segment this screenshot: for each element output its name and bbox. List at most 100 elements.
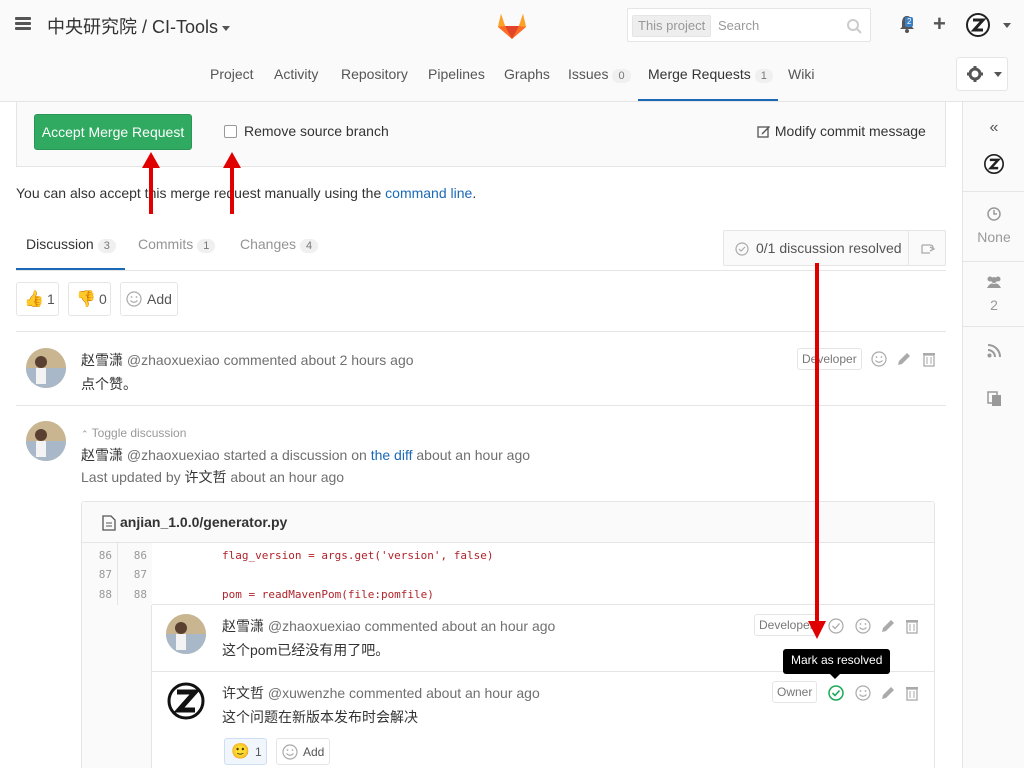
trash-icon[interactable] bbox=[921, 351, 937, 367]
reply-author-name[interactable]: 许文哲 bbox=[222, 685, 264, 701]
search-scope-badge[interactable]: This project bbox=[632, 15, 712, 37]
note-author-handle[interactable]: @zhaoxuexiao bbox=[127, 352, 220, 368]
tab-commits[interactable]: Commits 1 bbox=[138, 236, 216, 253]
new-line-number[interactable]: 87 bbox=[117, 568, 147, 581]
project-title[interactable]: 中央研究院 / CI-Tools bbox=[47, 13, 231, 39]
divider bbox=[963, 191, 1024, 192]
avatar[interactable] bbox=[166, 614, 206, 654]
copy-reference-icon[interactable] bbox=[987, 391, 1003, 407]
resolve-check-icon[interactable] bbox=[828, 618, 844, 634]
diff-discussion-gutter bbox=[82, 605, 152, 768]
chevron-down-icon[interactable] bbox=[1003, 23, 1011, 28]
check-circle-icon bbox=[735, 242, 749, 256]
resolve-check-icon[interactable] bbox=[828, 685, 844, 701]
nav-activity[interactable]: Activity bbox=[274, 66, 318, 82]
divider bbox=[963, 326, 1024, 327]
tab-discussion[interactable]: Discussion 3 bbox=[26, 236, 116, 253]
new-line-number[interactable]: 88 bbox=[117, 588, 147, 601]
pencil-icon[interactable] bbox=[880, 685, 896, 701]
gear-icon bbox=[967, 66, 983, 82]
tab-changes[interactable]: Changes 4 bbox=[240, 236, 319, 253]
note-timestamp[interactable]: about 2 hours ago bbox=[301, 352, 414, 368]
project-subnav: Project Activity Repository Pipelines Gr… bbox=[0, 50, 1024, 102]
old-line-number[interactable]: 87 bbox=[82, 568, 112, 581]
smiley-icon[interactable] bbox=[855, 685, 871, 701]
last-updated-time[interactable]: about an hour ago bbox=[230, 469, 344, 485]
smile-award-button[interactable]: 🙂 1 bbox=[224, 738, 267, 765]
pencil-icon[interactable] bbox=[896, 351, 912, 367]
nav-wiki[interactable]: Wiki bbox=[788, 66, 814, 82]
clock-icon bbox=[987, 207, 1001, 221]
old-line-number[interactable]: 88 bbox=[82, 588, 112, 601]
chevron-down-icon bbox=[222, 25, 231, 31]
nav-project[interactable]: Project bbox=[210, 66, 254, 82]
assignee-avatar[interactable] bbox=[984, 154, 1004, 174]
rss-icon[interactable] bbox=[987, 344, 1001, 358]
author-photo bbox=[26, 421, 66, 461]
trash-icon[interactable] bbox=[904, 618, 920, 634]
search-input[interactable]: This project Search bbox=[627, 8, 871, 42]
reply-author-handle[interactable]: @xuwenzhe bbox=[268, 685, 345, 701]
milestone-value[interactable]: None bbox=[963, 229, 1024, 245]
tab-commits-count: 1 bbox=[197, 239, 216, 253]
discussion-timestamp[interactable]: about an hour ago bbox=[416, 447, 530, 463]
pencil-icon[interactable] bbox=[880, 618, 896, 634]
settings-button[interactable] bbox=[956, 57, 1008, 91]
collapse-sidebar-icon[interactable]: « bbox=[963, 119, 1024, 137]
gitlab-logo-icon[interactable] bbox=[494, 6, 530, 42]
reply-author-line: 许文哲 @xuwenzhe commented about an hour ag… bbox=[222, 683, 540, 703]
toggle-discussion-button[interactable]: ⌃ Toggle discussion bbox=[81, 426, 186, 440]
avatar[interactable] bbox=[26, 421, 66, 461]
user-avatar[interactable] bbox=[966, 13, 990, 37]
command-line-link[interactable]: command line bbox=[385, 185, 472, 201]
reply-body: 这个pom已经没有用了吧。 bbox=[222, 642, 390, 658]
note-author-name[interactable]: 赵雪潇 bbox=[81, 352, 123, 368]
active-tab-underline bbox=[16, 268, 125, 270]
trash-icon[interactable] bbox=[904, 685, 920, 701]
new-line-number[interactable]: 86 bbox=[117, 549, 147, 562]
discussion-author-name[interactable]: 赵雪潇 bbox=[81, 447, 123, 463]
top-header: 中央研究院 / CI-Tools This project Search 2 + bbox=[0, 0, 1024, 50]
smiley-icon bbox=[282, 744, 298, 760]
jump-to-unresolved-button[interactable] bbox=[908, 230, 946, 266]
tab-discussion-count: 3 bbox=[97, 239, 116, 253]
nav-pipelines[interactable]: Pipelines bbox=[428, 66, 485, 82]
smiley-icon[interactable] bbox=[855, 618, 871, 634]
discussion-author-line: 赵雪潇 @zhaoxuexiao started a discussion on… bbox=[81, 445, 530, 465]
modify-commit-message-link[interactable]: Modify commit message bbox=[757, 123, 926, 139]
tab-changes-label: Changes bbox=[240, 236, 297, 252]
accept-merge-request-button[interactable]: Accept Merge Request bbox=[34, 114, 192, 150]
smiley-icon[interactable] bbox=[871, 351, 887, 367]
reply-author-handle[interactable]: @zhaoxuexiao bbox=[268, 618, 361, 634]
plus-icon[interactable]: + bbox=[933, 13, 946, 35]
hamburger-menu-icon[interactable] bbox=[15, 17, 31, 31]
file-name[interactable]: anjian_1.0.0/generator.py bbox=[120, 514, 287, 530]
old-line-number[interactable]: 86 bbox=[82, 549, 112, 562]
add-award-button[interactable]: Add bbox=[276, 738, 330, 765]
last-updated-line: Last updated by 许文哲 about an hour ago bbox=[81, 467, 344, 487]
discussion-author-handle[interactable]: @zhaoxuexiao bbox=[127, 447, 220, 463]
avatar[interactable] bbox=[166, 681, 206, 721]
reply-action: commented bbox=[364, 618, 438, 634]
nav-repository[interactable]: Repository bbox=[341, 66, 408, 82]
annotation-arrow bbox=[223, 152, 241, 214]
participants-icon bbox=[987, 276, 1001, 288]
avatar[interactable] bbox=[26, 348, 66, 388]
discussion-action: started a discussion on bbox=[223, 447, 367, 463]
the-diff-link[interactable]: the diff bbox=[371, 447, 413, 463]
nav-issues[interactable]: Issues 0 bbox=[568, 66, 631, 83]
edit-icon bbox=[757, 126, 770, 138]
thumbs-down-award-button[interactable]: 👎 0 bbox=[68, 282, 111, 316]
last-updated-author[interactable]: 许文哲 bbox=[185, 469, 227, 485]
reply-timestamp[interactable]: about an hour ago bbox=[426, 685, 540, 701]
reply-author-name[interactable]: 赵雪潇 bbox=[222, 618, 264, 634]
nav-graphs[interactable]: Graphs bbox=[504, 66, 550, 82]
thumbs-up-award-button[interactable]: 👍 1 bbox=[16, 282, 59, 316]
nav-merge-requests[interactable]: Merge Requests 1 bbox=[648, 66, 773, 83]
add-award-button[interactable]: Add bbox=[120, 282, 178, 316]
notification-badge: 2 bbox=[905, 17, 914, 27]
remove-source-branch-checkbox[interactable] bbox=[224, 125, 237, 138]
reply-timestamp[interactable]: about an hour ago bbox=[442, 618, 556, 634]
remove-source-branch-label[interactable]: Remove source branch bbox=[244, 123, 389, 139]
thumbs-up-icon: 👍 bbox=[24, 291, 44, 308]
